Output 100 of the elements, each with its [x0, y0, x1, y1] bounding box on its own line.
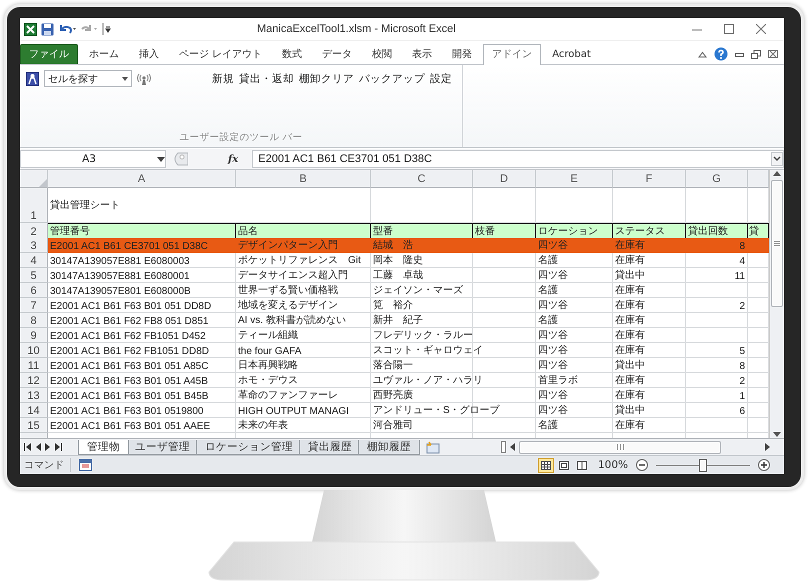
- ribbon-tab[interactable]: ページ レイアウト: [170, 44, 272, 64]
- table-cell-text: 貸出中: [615, 268, 645, 282]
- ribbon-tab[interactable]: 数式: [273, 44, 312, 64]
- column-header[interactable]: B: [236, 170, 371, 188]
- table-cell-text: ユヴァル・ノア・ハラリ: [373, 374, 483, 387]
- table-row[interactable]: 11 E2001 AC1 B61 F63 B01 051 A85C 日本再興戦略 落合陽一 四ツ谷 貸出中 8: [20, 358, 769, 373]
- column-header[interactable]: F: [613, 170, 686, 188]
- row-number[interactable]: 5: [20, 268, 48, 283]
- column-header[interactable]: E: [536, 170, 613, 188]
- row-number[interactable]: 6: [20, 283, 48, 298]
- sheet-tab[interactable]: 貸出履歴: [299, 440, 361, 454]
- row-number[interactable]: 13: [20, 388, 48, 403]
- table-cell-text: 四ツ谷: [538, 389, 568, 402]
- close-icon[interactable]: [768, 50, 778, 58]
- row-number[interactable]: 7: [20, 298, 48, 313]
- table-cell: E2001 AC1 B61 F62 FB1051 DD8D: [50, 346, 209, 357]
- scroll-left-icon[interactable]: [510, 443, 515, 451]
- restore-icon[interactable]: [751, 50, 761, 58]
- row-number[interactable]: 3: [20, 238, 48, 253]
- ribbon-tab[interactable]: データ: [313, 44, 362, 64]
- ribbon-tab[interactable]: 開発: [443, 44, 482, 64]
- ribbon-tab[interactable]: 表示: [403, 44, 442, 64]
- row-number[interactable]: 12: [20, 373, 48, 388]
- table-cell-text: ジェイソン・マーズ: [373, 284, 463, 297]
- record-macro-icon[interactable]: [79, 459, 92, 471]
- row-number[interactable]: 8: [20, 313, 48, 328]
- table-row[interactable]: 5 30147A139057E881 E6080001 データサイエンス超入門 工藤 卓哉 四ツ谷 貸出中 11: [20, 268, 769, 283]
- row-number[interactable]: 4: [20, 253, 48, 268]
- column-header[interactable]: A: [48, 170, 236, 188]
- name-box[interactable]: A3: [20, 150, 166, 168]
- help-icon[interactable]: [714, 47, 728, 61]
- sheet-tab[interactable]: 棚卸履歴: [358, 440, 420, 454]
- toolbar-command[interactable]: 棚卸クリア: [299, 72, 354, 86]
- undo-icon[interactable]: [58, 23, 76, 35]
- scroll-right-icon[interactable]: [765, 443, 770, 451]
- table-row[interactable]: 12 E2001 AC1 B61 F63 B01 051 A45B ホモ・デウス ユヴァル・ノア・ハラリ 首里ラボ 在庫有 2: [20, 373, 769, 388]
- toolbar-command[interactable]: 新規: [212, 72, 234, 86]
- table-cell-text: 名護: [538, 314, 558, 327]
- vertical-scrollbar[interactable]: [769, 170, 784, 438]
- column-heading: 枝番: [475, 224, 495, 238]
- save-icon[interactable]: [41, 22, 54, 36]
- row-number[interactable]: 15: [20, 418, 48, 433]
- table-row[interactable]: 14 E2001 AC1 B61 F63 B01 0519800 HIGH OUTPUT MANAGI アンドリュー・S・グローブ 四ツ谷 貸出中 6: [20, 403, 769, 418]
- formula-field[interactable]: E2001 AC1 B61 CE3701 051 D38C: [252, 150, 784, 168]
- table-cell: 30147A139057E881 E6080001: [50, 271, 190, 282]
- table-row[interactable]: 15 E2001 AC1 B61 F63 B01 051 AAEE 未来の年表 河合雅司 名護 在庫有: [20, 418, 769, 433]
- ribbon-tab[interactable]: 挿入: [130, 44, 168, 64]
- row-number[interactable]: 10: [20, 343, 48, 358]
- row-number[interactable]: 11: [20, 358, 48, 373]
- table-cell-text: 四ツ谷: [538, 329, 568, 342]
- customize-caret-icon[interactable]: [102, 23, 111, 35]
- column-header[interactable]: C: [371, 170, 473, 188]
- table-cell: E2001 AC1 B61 F62 FB1051 D452: [50, 331, 206, 342]
- zoom-slider[interactable]: [656, 458, 750, 472]
- ribbon-tab[interactable]: ファイル: [20, 44, 78, 64]
- new-sheet-icon[interactable]: [425, 440, 441, 454]
- split-handle-icon[interactable]: [501, 441, 506, 453]
- column-header[interactable]: D: [473, 170, 536, 188]
- row-number[interactable]: 9: [20, 328, 48, 343]
- broadcast-icon[interactable]: [137, 72, 151, 84]
- ribbon-tab[interactable]: ホーム: [80, 44, 128, 64]
- ribbon-tab[interactable]: アドイン: [483, 44, 542, 65]
- sheet-tab[interactable]: 管理物: [78, 440, 129, 454]
- excel-icon[interactable]: [24, 22, 37, 36]
- next-sheet-icon[interactable]: [45, 443, 51, 451]
- row-number[interactable]: 1: [20, 188, 48, 223]
- insert-function-button[interactable]: fx: [222, 152, 244, 166]
- table-row[interactable]: 9 E2001 AC1 B61 F62 FB1051 D452 ティール組織 フレデリック・ラルー 四ツ谷 在庫有: [20, 328, 769, 343]
- ribbon-tab[interactable]: 校閲: [363, 44, 402, 64]
- zoom-slider-thumb[interactable]: [699, 458, 707, 472]
- sheet-tab[interactable]: ロケーション管理: [196, 440, 302, 454]
- table-cell-text: 名護: [538, 418, 558, 432]
- zoom-out-icon[interactable]: [636, 459, 648, 471]
- table-row[interactable]: 13 E2001 AC1 B61 F63 B01 051 B45B 革命のファンファーレ 西野亮廣 四ツ谷 在庫有 1: [20, 388, 769, 403]
- toolbar-command[interactable]: 設定: [430, 72, 452, 86]
- collapse-ribbon-icon[interactable]: [698, 50, 707, 58]
- row-number[interactable]: 2: [20, 223, 48, 239]
- row-number[interactable]: 14: [20, 403, 48, 418]
- table-row[interactable]: 3 E2001 AC1 B61 CE3701 051 D38C デザインパターン入門 結城 浩 四ツ谷 在庫有 8: [20, 238, 769, 253]
- table-row[interactable]: 6 30147A139057E801 E608000B 世界一ずる賢い価格戦 ジェイソン・マーズ 名護 在庫有: [20, 283, 769, 298]
- expand-formula-icon[interactable]: [771, 152, 783, 166]
- sheet-tab[interactable]: ユーザ管理: [126, 440, 199, 454]
- table-row[interactable]: 4 30147A139057E881 E6080003 ポケットリファレンス Git 岡本 隆史 名護 在庫有 4: [20, 253, 769, 268]
- zoom-in-icon[interactable]: [758, 459, 770, 471]
- column-header[interactable]: G: [686, 170, 748, 188]
- toolbar-command[interactable]: 貸出・返却: [239, 72, 294, 86]
- person-icon[interactable]: [26, 72, 39, 86]
- previous-sheet-icon[interactable]: [35, 443, 41, 451]
- first-sheet-icon[interactable]: [24, 443, 31, 451]
- normal-view-button[interactable]: [538, 458, 554, 472]
- find-cell-dropdown[interactable]: セルを探す: [44, 70, 132, 87]
- maximize-icon[interactable]: [724, 24, 734, 34]
- ribbon-tab[interactable]: Acrobat: [543, 44, 600, 64]
- toolbar-command[interactable]: バックアップ: [359, 72, 425, 86]
- table-row[interactable]: 10 E2001 AC1 B61 F62 FB1051 DD8D the four GAFA スコット・ギャロウェイ 四ツ谷 在庫有 5: [20, 343, 769, 358]
- last-sheet-icon[interactable]: [55, 443, 62, 451]
- table-cell-text: ポケットリファレンス Git: [238, 254, 361, 267]
- table-row[interactable]: 7 E2001 AC1 B61 F63 B01 051 DD8D 地域を変えるデザイン 筧 裕介 四ツ谷 在庫有 2: [20, 298, 769, 313]
- close-icon[interactable]: [756, 24, 766, 34]
- table-row[interactable]: 8 E2001 AC1 B61 F62 FB8 051 D851 AI vs. 教科書が読めない 新井 紀子 名護 在庫有: [20, 313, 769, 328]
